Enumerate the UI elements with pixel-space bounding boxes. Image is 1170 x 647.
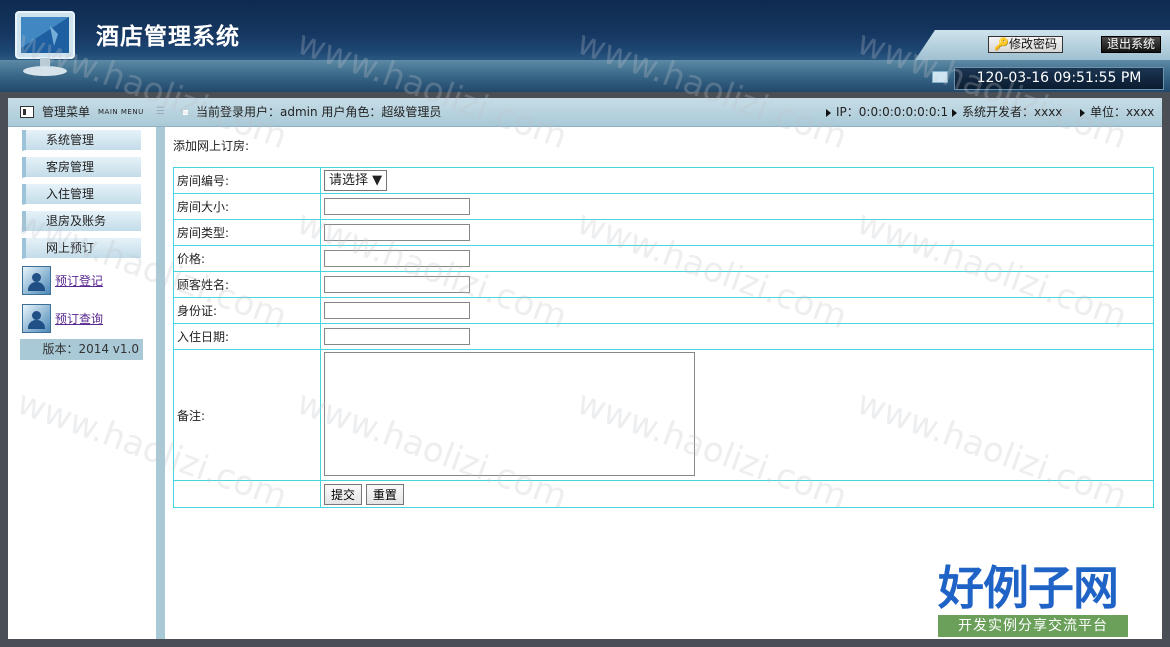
sub-link-label[interactable]: 预订登记 (55, 272, 103, 289)
field-cell: 请选择 ▼ (320, 167, 1154, 194)
booking-form-table: 房间编号: 请选择 ▼ 房间大小: 房间类型: 价格: 顾客姓名: 身份证: 入… (173, 167, 1154, 508)
form-row: 身份证: (173, 297, 1154, 324)
form-row: 房间大小: (173, 193, 1154, 220)
logout-label: 退出系统 (1107, 37, 1156, 51)
arrow-right-icon (1080, 108, 1085, 117)
field-label: 备注: (173, 349, 321, 481)
menu-title: 管理菜单 MAIN MENU (20, 98, 144, 126)
select-value: 请选择 (329, 173, 369, 188)
empty-cell (173, 480, 321, 508)
logout-button[interactable]: 退出系统 (1101, 36, 1162, 53)
form-row: 入住日期: (173, 323, 1154, 350)
ip-text: IP：0:0:0:0:0:0:0:1 (836, 105, 949, 119)
ip-info: IP：0:0:0:0:0:0:0:1 (826, 98, 948, 126)
room-no-select[interactable]: 请选择 ▼ (324, 170, 388, 191)
form-row: 房间编号: 请选择 ▼ (173, 167, 1154, 194)
sidebar: 系统管理 客房管理 入住管理 退房及账务 网上预订 预订登记 预订查询 版本：2… (8, 127, 165, 639)
sidebar-item-system[interactable]: 系统管理 (22, 130, 141, 151)
button-cell: 提交 重置 (320, 480, 1154, 508)
field-cell (320, 219, 1154, 246)
main-frame: 管理菜单 MAIN MENU ☰ 当前登录用户：admin 用户角色：超级管理员… (8, 98, 1162, 639)
menu-title-en: MAIN MENU (98, 108, 144, 116)
sidebar-item-checkout[interactable]: 退房及账务 (22, 211, 141, 232)
field-cell (320, 349, 1154, 481)
top-info-bar: 管理菜单 MAIN MENU ☰ 当前登录用户：admin 用户角色：超级管理员… (8, 98, 1162, 127)
room-type-input[interactable] (324, 224, 470, 241)
field-label: 顾客姓名: (173, 271, 321, 298)
sidebar-toggle-icon[interactable]: ☰ (156, 106, 165, 117)
clock-screen-icon (932, 71, 948, 83)
form-row: 价格: (173, 245, 1154, 272)
submit-button[interactable]: 提交 (324, 483, 363, 505)
sidebar-item-rooms[interactable]: 客房管理 (22, 157, 141, 178)
app-title: 酒店管理系统 (96, 23, 240, 50)
unit-info: 单位：xxxx (1080, 98, 1154, 126)
bullet-icon (183, 110, 188, 115)
sub-link-booking-query[interactable]: 预订查询 (22, 304, 103, 333)
form-title: 添加网上订房: (173, 139, 250, 153)
field-cell (320, 245, 1154, 272)
form-row: 备注: (173, 349, 1154, 481)
field-label: 价格: (173, 245, 321, 272)
field-label: 房间编号: (173, 167, 321, 194)
sub-link-booking-register[interactable]: 预订登记 (22, 266, 103, 295)
menu-title-text: 管理菜单 (42, 105, 91, 119)
version-label: 版本：2014 v1.0 (20, 339, 143, 360)
unit-text: 单位：xxxx (1090, 105, 1155, 119)
form-row: 顾客姓名: (173, 271, 1154, 298)
field-label: 入住日期: (173, 323, 321, 350)
key-icon: 🔑 (994, 37, 1009, 51)
field-label: 房间类型: (173, 219, 321, 246)
form-row: 提交 重置 (173, 480, 1154, 508)
dropdown-arrow-icon: ▼ (372, 173, 383, 188)
checkin-date-input[interactable] (324, 328, 470, 345)
current-user-text: 当前登录用户：admin 用户角色：超级管理员 (196, 105, 442, 119)
change-password-label: 修改密码 (1008, 37, 1057, 51)
reset-button[interactable]: 重置 (365, 483, 404, 505)
arrow-right-icon (952, 108, 957, 117)
developer-info: 系统开发者：xxxx (952, 98, 1062, 126)
user-icon (22, 304, 51, 333)
clock-display: 120-03-16 09:51:55 PM (954, 67, 1164, 90)
brand-main-text: 好例子网 (938, 561, 1119, 615)
form-row: 房间类型: (173, 219, 1154, 246)
sidebar-item-online-booking[interactable]: 网上预订 (22, 238, 141, 259)
user-icon (22, 266, 51, 295)
field-cell (320, 271, 1154, 298)
change-password-button[interactable]: 🔑修改密码 (988, 36, 1063, 53)
sidebar-item-checkin[interactable]: 入住管理 (22, 184, 141, 205)
current-user-info: 当前登录用户：admin 用户角色：超级管理员 (183, 98, 441, 126)
id-card-input[interactable] (324, 302, 470, 319)
guest-name-input[interactable] (324, 276, 470, 293)
monitor-logo-icon (15, 11, 75, 76)
field-cell (320, 193, 1154, 220)
field-cell (320, 323, 1154, 350)
developer-text: 系统开发者：xxxx (962, 105, 1063, 119)
app-header: 酒店管理系统 🔑修改密码 退出系统 120-03-16 09:51:55 PM (0, 0, 1170, 92)
arrow-right-icon (826, 108, 831, 117)
price-input[interactable] (324, 250, 470, 267)
brand-sub-text: 开发实例分享交流平台 (938, 615, 1128, 637)
field-label: 房间大小: (173, 193, 321, 220)
brand-logo: 好例子网 开发实例分享交流平台 (938, 563, 1128, 637)
remark-textarea[interactable] (324, 351, 695, 476)
room-size-input[interactable] (324, 198, 470, 215)
field-label: 身份证: (173, 297, 321, 324)
menu-panel-icon (20, 106, 34, 118)
sub-link-label[interactable]: 预订查询 (55, 310, 103, 327)
field-cell (320, 297, 1154, 324)
